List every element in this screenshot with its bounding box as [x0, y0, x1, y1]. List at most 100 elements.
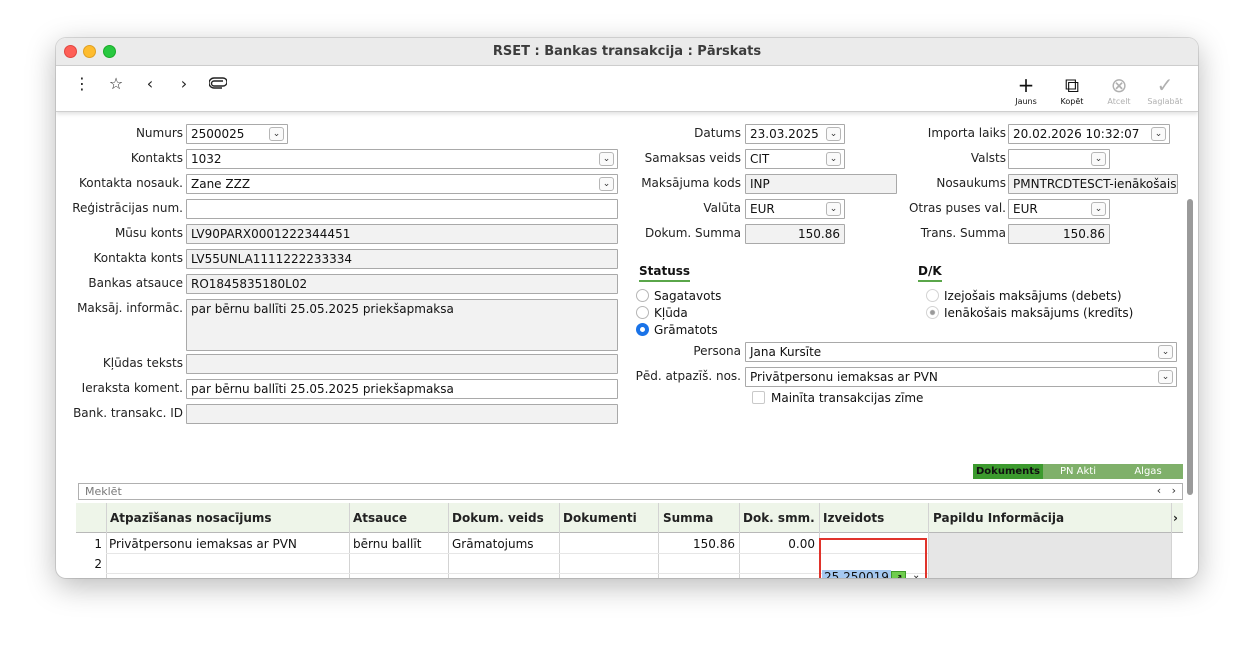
valuta-field[interactable]: EUR ⌄: [745, 199, 845, 219]
ped-atpazis-nos-label: Pēd. atpazīš. nos.: [635, 369, 741, 383]
more-menu-icon[interactable]: ⋮: [72, 74, 92, 93]
kontakts-field[interactable]: 1032 ⌄: [186, 149, 618, 169]
chevron-down-icon[interactable]: ⌄: [1091, 152, 1106, 166]
kontakta-nosauk-field[interactable]: Zane ZZZ ⌄: [186, 174, 618, 194]
chevron-down-icon[interactable]: ⌄: [599, 152, 614, 166]
copy-button[interactable]: ⧉ Kopēt: [1052, 75, 1092, 106]
dokum-summa-label: Dokum. Summa: [644, 226, 741, 240]
tab-algas[interactable]: Algas: [1113, 464, 1183, 479]
nosaukums-field[interactable]: PMNTRCDTESCT-ienākošais: [1008, 174, 1178, 194]
row-number: 2: [94, 557, 102, 571]
column-header-izveidots[interactable]: Izveidots: [823, 511, 884, 525]
registracijas-num-field[interactable]: [186, 199, 618, 219]
samaksas-veids-label: Samaksas veids: [644, 151, 741, 165]
plus-icon: +: [1017, 73, 1035, 97]
trans-summa-field[interactable]: 150.86: [1008, 224, 1110, 244]
trans-summa-label: Trans. Summa: [920, 226, 1006, 240]
window-title: RSET : Bankas transakcija : Pārskats: [492, 44, 762, 59]
kontakta-konts-label: Kontakta konts: [93, 251, 183, 265]
numurs-field[interactable]: 2500025 ⌄: [186, 124, 288, 144]
chevron-down-icon[interactable]: ⌄: [1158, 345, 1173, 359]
statuss-gramatots-radio[interactable]: Grāmatots: [636, 323, 718, 337]
tab-dokuments[interactable]: Dokuments: [973, 464, 1043, 479]
ieraksta-koment-field[interactable]: par bērnu ballīti 25.05.2025 priekšapmak…: [186, 379, 618, 399]
tab-pn-akti[interactable]: PN Akti: [1043, 464, 1113, 479]
cell-summa[interactable]: 150.86: [663, 537, 735, 551]
chevron-down-icon[interactable]: ⌄: [1151, 127, 1166, 141]
chevron-down-icon[interactable]: ⌄: [826, 202, 841, 216]
kontakta-konts-field[interactable]: LV55UNLA1111222233334: [186, 249, 618, 269]
column-header-papildu-informacija[interactable]: Papildu Informācija: [933, 511, 1064, 525]
statuss-kluda-radio[interactable]: Kļūda: [636, 306, 688, 320]
toolbar: ⋮ ☆ ‹ › + Jauns ⧉ Kopēt ⊗ Atcelt ✓ Sagla…: [56, 66, 1198, 112]
column-header-summa[interactable]: Summa: [663, 511, 713, 525]
statuss-sagatavots-radio[interactable]: Sagatavots: [636, 289, 721, 303]
column-header-dok-smm[interactable]: Dok. smm.: [743, 511, 815, 525]
chevron-right-icon[interactable]: ›: [1173, 511, 1178, 525]
dokum-summa-field[interactable]: 150.86: [745, 224, 845, 244]
column-header-atsauce[interactable]: Atsauce: [353, 511, 407, 525]
open-link-icon[interactable]: ↗: [891, 571, 906, 578]
cell-dokum-veids[interactable]: Grāmatojums: [452, 537, 534, 551]
mainita-transakcijas-zime-checkbox[interactable]: Mainīta transakcijas zīme: [752, 391, 923, 405]
musu-konts-label: Mūsu konts: [114, 226, 183, 240]
importa-laiks-field[interactable]: 20.02.2026 10:32:07 ⌄: [1008, 124, 1170, 144]
chevron-down-icon[interactable]: ⌄: [599, 177, 614, 191]
dk-kredits-radio[interactable]: Ienākošais maksājums (kredīts): [926, 306, 1133, 320]
star-icon[interactable]: ☆: [106, 74, 126, 93]
maksajuma-kods-label: Maksājuma kods: [641, 176, 741, 190]
otras-puses-val-field[interactable]: EUR ⌄: [1008, 199, 1110, 219]
valsts-field[interactable]: ⌄: [1008, 149, 1110, 169]
bankas-atsauce-field[interactable]: RO1845835180L02: [186, 274, 618, 294]
search-input[interactable]: Meklēt ‹ ›: [78, 483, 1183, 500]
checkmark-icon: ✓: [1156, 73, 1174, 97]
maksaj-informac-field[interactable]: par bērnu ballīti 25.05.2025 priekšapmak…: [186, 299, 618, 351]
dk-title: D/K: [918, 264, 942, 282]
ieraksta-koment-label: Ieraksta koment.: [81, 381, 183, 395]
column-header-dokumenti[interactable]: Dokumenti: [563, 511, 637, 525]
ped-atpazis-nos-field[interactable]: Privātpersonu iemaksas ar PVN ⌄: [745, 367, 1177, 387]
maksajuma-kods-field[interactable]: INP: [745, 174, 897, 194]
form-area: Numurs 2500025 ⌄ Kontakts 1032 ⌄ Kontakta …: [56, 113, 1193, 578]
chevron-down-icon[interactable]: ⌄: [1091, 202, 1106, 216]
paperclip-icon[interactable]: [208, 74, 228, 93]
row-number: 1: [94, 537, 102, 551]
datums-field[interactable]: 23.03.2025 ⌄: [745, 124, 845, 144]
numurs-label: Numurs: [135, 126, 183, 140]
chevron-down-icon[interactable]: ⌄: [912, 570, 920, 578]
title-bar: RSET : Bankas transakcija : Pārskats: [56, 38, 1198, 66]
column-header-atpazisanas[interactable]: Atpazīšanas nosacījums: [110, 511, 272, 525]
new-button[interactable]: + Jauns: [1006, 75, 1046, 106]
chevron-down-icon[interactable]: ⌄: [1158, 370, 1173, 384]
save-button[interactable]: ✓ Saglabāt: [1145, 75, 1185, 106]
cell-izveidots[interactable]: 25.250019: [822, 570, 891, 578]
nosaukums-label: Nosaukums: [936, 176, 1006, 190]
vertical-scrollbar[interactable]: [1186, 199, 1194, 499]
chevron-left-icon[interactable]: ‹: [140, 74, 160, 93]
bank-transakc-id-label: Bank. transakc. ID: [73, 406, 183, 420]
persona-field[interactable]: Jana Kursīte ⌄: [745, 342, 1177, 362]
bankas-atsauce-label: Bankas atsauce: [88, 276, 183, 290]
chevron-down-icon[interactable]: ⌄: [826, 152, 841, 166]
chevron-left-icon[interactable]: ‹: [1157, 484, 1161, 497]
chevron-down-icon[interactable]: ⌄: [826, 127, 841, 141]
chevron-right-icon[interactable]: ›: [1172, 484, 1176, 497]
kludas-teksts-field[interactable]: [186, 354, 618, 374]
valuta-label: Valūta: [703, 201, 741, 215]
cell-atsauce[interactable]: bērnu ballīt: [353, 537, 421, 551]
scrollbar-thumb[interactable]: [1187, 199, 1193, 495]
bank-transakc-id-field[interactable]: [186, 404, 618, 424]
cell-atpazisanas[interactable]: Privātpersonu iemaksas ar PVN: [109, 537, 297, 551]
cancel-button[interactable]: ⊗ Atcelt: [1099, 75, 1139, 106]
samaksas-veids-field[interactable]: CIT ⌄: [745, 149, 845, 169]
grid-extra-area: [928, 533, 1171, 578]
chevron-right-icon[interactable]: ›: [174, 74, 194, 93]
musu-konts-field[interactable]: LV90PARX0001222344451: [186, 224, 618, 244]
maksaj-informac-label: Maksāj. informāc.: [77, 301, 183, 315]
column-header-dokum-veids[interactable]: Dokum. veids: [452, 511, 544, 525]
cell-dok-smm[interactable]: 0.00: [743, 537, 815, 551]
chevron-down-icon[interactable]: ⌄: [269, 127, 284, 141]
app-window: RSET : Bankas transakcija : Pārskats ⋮ ☆…: [56, 38, 1198, 578]
dk-debets-radio[interactable]: Izejošais maksājums (debets): [926, 289, 1122, 303]
registracijas-num-label: Reģistrācijas num.: [72, 201, 183, 215]
